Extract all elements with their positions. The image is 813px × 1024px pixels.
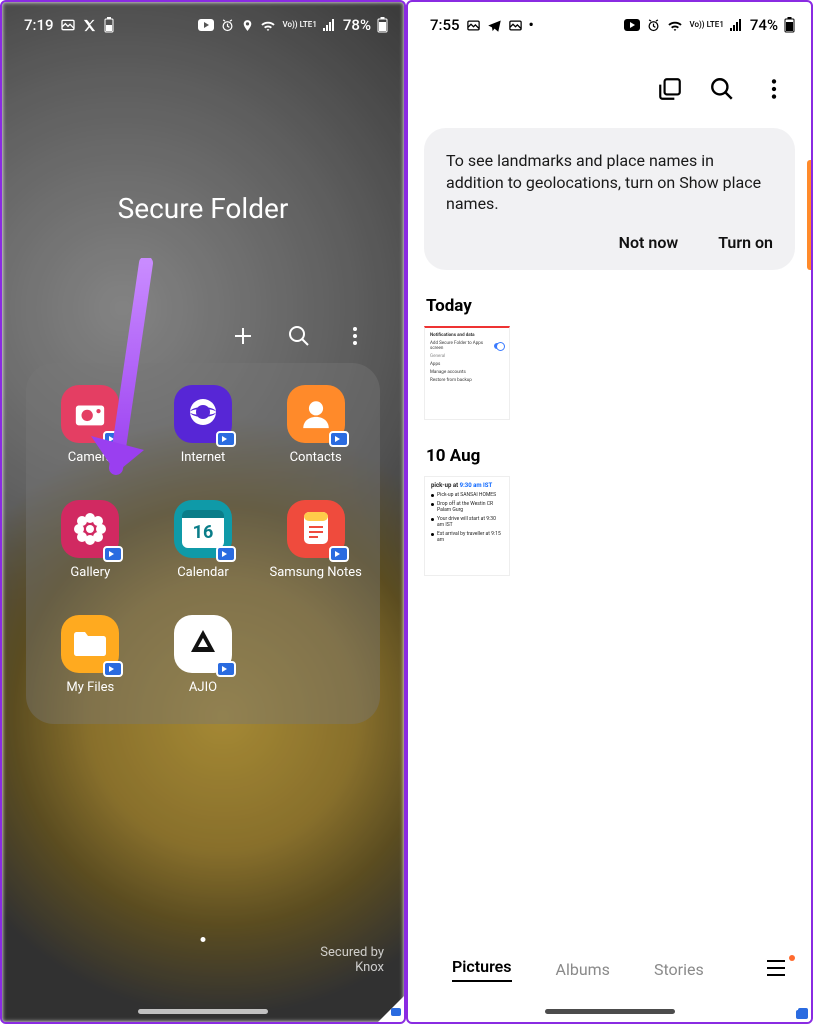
wifi-icon: [667, 19, 683, 31]
tab-albums[interactable]: Albums: [556, 960, 610, 979]
secure-badge-icon: [796, 1010, 808, 1019]
x-icon: [82, 18, 97, 33]
folder-icon: [61, 615, 119, 673]
phone-gallery: 7:55 • Vo)) LTE1 74%: [406, 0, 813, 1024]
more-dot: •: [529, 16, 534, 34]
section-10-aug: 10 Aug: [426, 446, 811, 466]
app-gallery[interactable]: Gallery: [34, 500, 147, 581]
app-my-files[interactable]: My Files: [34, 615, 147, 696]
thumbnail-settings-screenshot[interactable]: Notifications and data Add Secure Folder…: [424, 326, 510, 420]
camera-icon: [61, 385, 119, 443]
page-indicator: [201, 937, 206, 942]
app-grid: Camera Internet Contacts: [26, 363, 380, 724]
more-button[interactable]: [761, 76, 787, 102]
app-calendar[interactable]: 16 Calendar: [147, 500, 260, 581]
app-camera[interactable]: Camera: [34, 385, 147, 466]
status-time: 7:55: [430, 16, 460, 34]
app-ajio[interactable]: AJIO: [147, 615, 260, 696]
nav-handle[interactable]: [545, 1009, 675, 1014]
network-label: Vo)) LTE1: [689, 21, 723, 29]
not-now-button[interactable]: Not now: [619, 233, 679, 252]
tip-card: To see landmarks and place names in addi…: [424, 128, 795, 270]
globe-icon: [174, 385, 232, 443]
phone-secure-folder: 7:19 Vo)) LTE1 78% Secure Folder: [0, 0, 406, 1024]
calendar-icon: 16: [174, 500, 232, 558]
thumbnail-pickup-screenshot[interactable]: pick-up at 9:30 am IST Pick-up at SANSAI…: [424, 476, 510, 576]
notification-dot-icon: [789, 955, 795, 961]
layers-button[interactable]: [657, 76, 683, 102]
battery-percent: 78%: [343, 16, 371, 34]
status-bar: 7:19 Vo)) LTE1 78%: [2, 2, 404, 42]
search-button[interactable]: [709, 76, 735, 102]
section-today: Today: [426, 296, 811, 316]
gallery-tabs: Pictures Albums Stories: [408, 957, 811, 1004]
youtube-icon: [198, 19, 214, 31]
hamburger-button[interactable]: [765, 959, 787, 981]
network-label: Vo)) LTE1: [282, 21, 316, 29]
signal-icon: [323, 19, 337, 31]
turn-on-button[interactable]: Turn on: [718, 233, 773, 252]
youtube-icon: [624, 19, 640, 31]
tab-stories[interactable]: Stories: [654, 960, 704, 979]
page-title: Secure Folder: [2, 192, 404, 225]
status-time: 7:19: [24, 16, 54, 34]
signal-icon: [730, 19, 744, 31]
add-button[interactable]: [230, 323, 256, 349]
tab-pictures[interactable]: Pictures: [452, 957, 512, 982]
alarm-icon: [646, 18, 661, 33]
battery-icon: [377, 17, 388, 33]
nav-handle[interactable]: [138, 1009, 268, 1014]
secure-corner-indicator: [378, 996, 404, 1022]
battery-half-icon: [103, 17, 115, 33]
secured-by-label: Secured by Knox: [320, 945, 384, 976]
battery-icon: [784, 17, 795, 33]
app-contacts[interactable]: Contacts: [259, 385, 372, 466]
status-bar: 7:55 • Vo)) LTE1 74%: [408, 2, 811, 42]
location-icon: [241, 18, 254, 33]
telegram-icon: [487, 18, 502, 33]
image-icon: [508, 18, 523, 33]
app-internet[interactable]: Internet: [147, 385, 260, 466]
tip-text: To see landmarks and place names in addi…: [446, 150, 773, 215]
scroll-edge-indicator: [807, 160, 813, 270]
image-icon: [466, 18, 481, 33]
more-button[interactable]: [342, 323, 368, 349]
search-button[interactable]: [286, 323, 312, 349]
person-icon: [287, 385, 345, 443]
wifi-icon: [260, 19, 276, 31]
app-samsung-notes[interactable]: Samsung Notes: [259, 500, 372, 581]
flower-icon: [61, 500, 119, 558]
ajio-icon: [174, 615, 232, 673]
image-icon: [60, 17, 76, 33]
alarm-icon: [220, 18, 235, 33]
notes-icon: [287, 500, 345, 558]
battery-percent: 74%: [750, 16, 778, 34]
